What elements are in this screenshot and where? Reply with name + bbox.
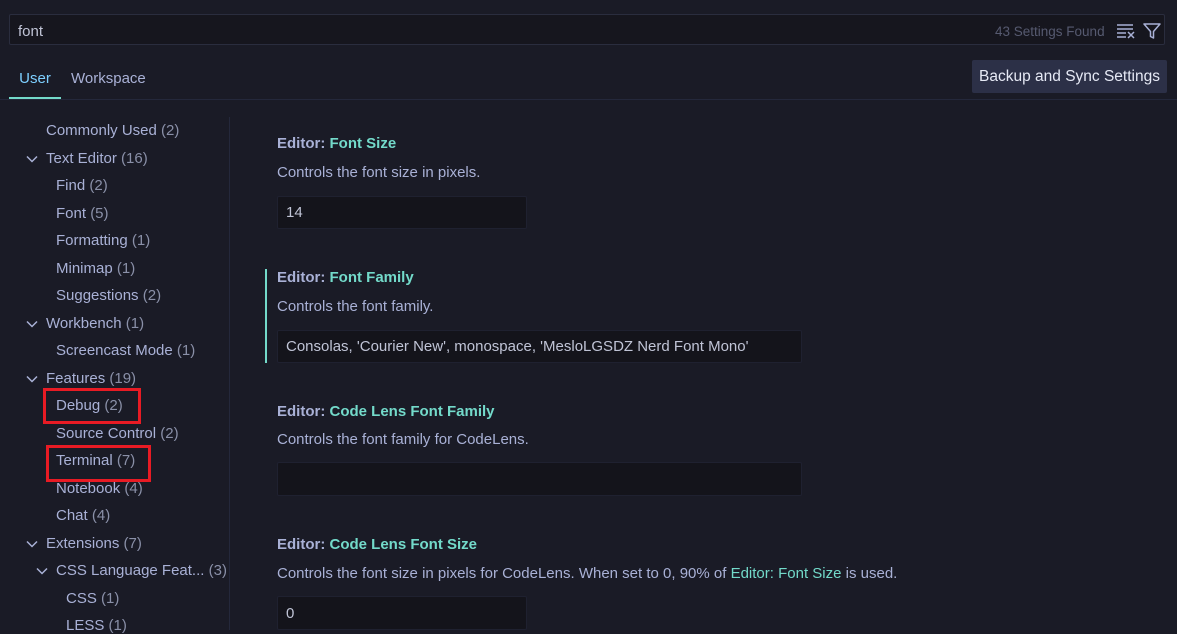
toc-item-screencast-mode[interactable]: Screencast Mode (1) bbox=[56, 342, 195, 359]
settings-search-box[interactable]: 43 Settings Found bbox=[9, 14, 1165, 45]
toc-count: (2) bbox=[161, 122, 180, 139]
toc-count: (1) bbox=[176, 342, 196, 359]
toc-count: (1) bbox=[125, 315, 145, 332]
toc-label: CSS bbox=[66, 590, 97, 607]
toc-label: Formatting bbox=[56, 232, 128, 249]
chevron-down-icon[interactable] bbox=[26, 540, 38, 548]
toc-count: (1) bbox=[116, 260, 136, 277]
toc-label: Commonly Used bbox=[46, 122, 157, 139]
setting-category: Editor: bbox=[277, 403, 330, 420]
toc-label: Source Control bbox=[56, 425, 157, 442]
toc-count: (1) bbox=[101, 590, 120, 607]
toc-item-font[interactable]: Font (5) bbox=[56, 205, 109, 222]
toc-count: (4) bbox=[124, 480, 143, 497]
setting-title: Editor: Code Lens Font Family bbox=[277, 403, 495, 420]
setting-category: Editor: bbox=[277, 269, 330, 286]
backup-and-sync-button[interactable]: Backup and Sync Settings bbox=[972, 60, 1167, 93]
setting-description: Controls the font family. bbox=[277, 298, 434, 315]
code-lens-font-size-input[interactable] bbox=[277, 596, 527, 630]
font-size-input[interactable] bbox=[277, 196, 527, 229]
toc-count: (4) bbox=[91, 507, 111, 524]
toc-label: Extensions bbox=[46, 535, 120, 552]
settings-search-input[interactable] bbox=[18, 21, 918, 41]
setting-category: Editor: bbox=[277, 135, 330, 152]
highlight-box-debug bbox=[43, 388, 141, 424]
toc-label: Find bbox=[56, 177, 86, 194]
toc-item-text-editor[interactable]: Text Editor (16) bbox=[46, 150, 148, 167]
focused-setting-indicator bbox=[265, 269, 267, 363]
setting-link[interactable]: Editor: Font Size bbox=[731, 565, 842, 582]
toc-count: (1) bbox=[131, 232, 151, 249]
tab-user[interactable]: User bbox=[9, 70, 61, 87]
setting-title: Editor: Font Size bbox=[277, 135, 396, 152]
highlight-box-terminal bbox=[46, 445, 151, 482]
toc-label: LESS bbox=[66, 617, 105, 634]
toc-label: Font bbox=[56, 205, 87, 222]
toc-count: (5) bbox=[90, 205, 109, 222]
toc-count: (2) bbox=[142, 287, 162, 304]
setting-name: Code Lens Font Size bbox=[329, 536, 478, 553]
code-lens-font-family-input[interactable] bbox=[277, 462, 802, 496]
toc-count: (2) bbox=[89, 177, 108, 194]
toc-count: (7) bbox=[123, 535, 142, 552]
toc-item-css[interactable]: CSS (1) bbox=[66, 590, 119, 607]
toc-item-less[interactable]: LESS (1) bbox=[66, 617, 127, 634]
setting-description: Controls the font size in pixels for Cod… bbox=[277, 565, 897, 582]
toc-item-find[interactable]: Find (2) bbox=[56, 177, 108, 194]
toc-count: (2) bbox=[160, 425, 179, 442]
tab-workspace[interactable]: Workspace bbox=[71, 70, 146, 87]
toc-item-suggestions[interactable]: Suggestions (2) bbox=[56, 287, 161, 304]
toc-count: (1) bbox=[108, 617, 127, 634]
results-count: 43 Settings Found bbox=[995, 24, 1105, 39]
setting-name: Code Lens Font Family bbox=[329, 403, 495, 420]
chevron-down-icon[interactable] bbox=[26, 155, 38, 163]
setting-category: Editor: bbox=[277, 536, 330, 553]
setting-title: Editor: Code Lens Font Size bbox=[277, 536, 477, 553]
toc-count: (19) bbox=[109, 370, 137, 387]
toc-item-notebook[interactable]: Notebook (4) bbox=[56, 480, 143, 497]
toc-item-css-language-features[interactable]: CSS Language Feat... (3) bbox=[56, 562, 227, 579]
clear-filter-icon[interactable] bbox=[1116, 22, 1136, 40]
setting-name: Font Size bbox=[329, 135, 397, 152]
setting-title: Editor: Font Family bbox=[277, 269, 414, 286]
toc-label: Chat bbox=[56, 507, 88, 524]
toc-label: Text Editor bbox=[46, 150, 117, 167]
toc-item-formatting[interactable]: Formatting (1) bbox=[56, 232, 150, 249]
toc-item-source-control[interactable]: Source Control (2) bbox=[56, 425, 179, 442]
toc-label: Screencast Mode bbox=[56, 342, 173, 359]
toc-label: Workbench bbox=[46, 315, 122, 332]
toc-item-minimap[interactable]: Minimap (1) bbox=[56, 260, 135, 277]
toc-item-chat[interactable]: Chat (4) bbox=[56, 507, 110, 524]
description-text: is used. bbox=[841, 565, 898, 582]
toc-item-extensions[interactable]: Extensions (7) bbox=[46, 535, 142, 552]
toc-count: (16) bbox=[121, 150, 148, 167]
setting-description: Controls the font size in pixels. bbox=[277, 164, 481, 181]
filter-icon[interactable] bbox=[1142, 21, 1162, 41]
font-family-input[interactable] bbox=[277, 330, 802, 363]
chevron-down-icon[interactable] bbox=[26, 320, 38, 328]
description-text: Controls the font size in pixels for Cod… bbox=[277, 565, 731, 582]
setting-name: Font Family bbox=[329, 269, 414, 286]
chevron-down-icon[interactable] bbox=[26, 375, 38, 383]
toc-divider bbox=[229, 117, 230, 630]
toc-item-workbench[interactable]: Workbench (1) bbox=[46, 315, 144, 332]
toc-label: Suggestions bbox=[56, 287, 139, 304]
chevron-down-icon[interactable] bbox=[36, 567, 48, 575]
tabs-divider bbox=[0, 99, 1177, 100]
setting-description: Controls the font family for CodeLens. bbox=[277, 431, 529, 448]
toc-label: Notebook bbox=[56, 480, 121, 497]
toc-count: (3) bbox=[208, 562, 227, 579]
toc-item-features[interactable]: Features (19) bbox=[46, 370, 136, 387]
toc-label: CSS Language Feat... bbox=[56, 562, 205, 579]
toc-label: Features bbox=[46, 370, 106, 387]
toc-item-commonly-used[interactable]: Commonly Used (2) bbox=[46, 122, 179, 139]
toc-label: Minimap bbox=[56, 260, 113, 277]
